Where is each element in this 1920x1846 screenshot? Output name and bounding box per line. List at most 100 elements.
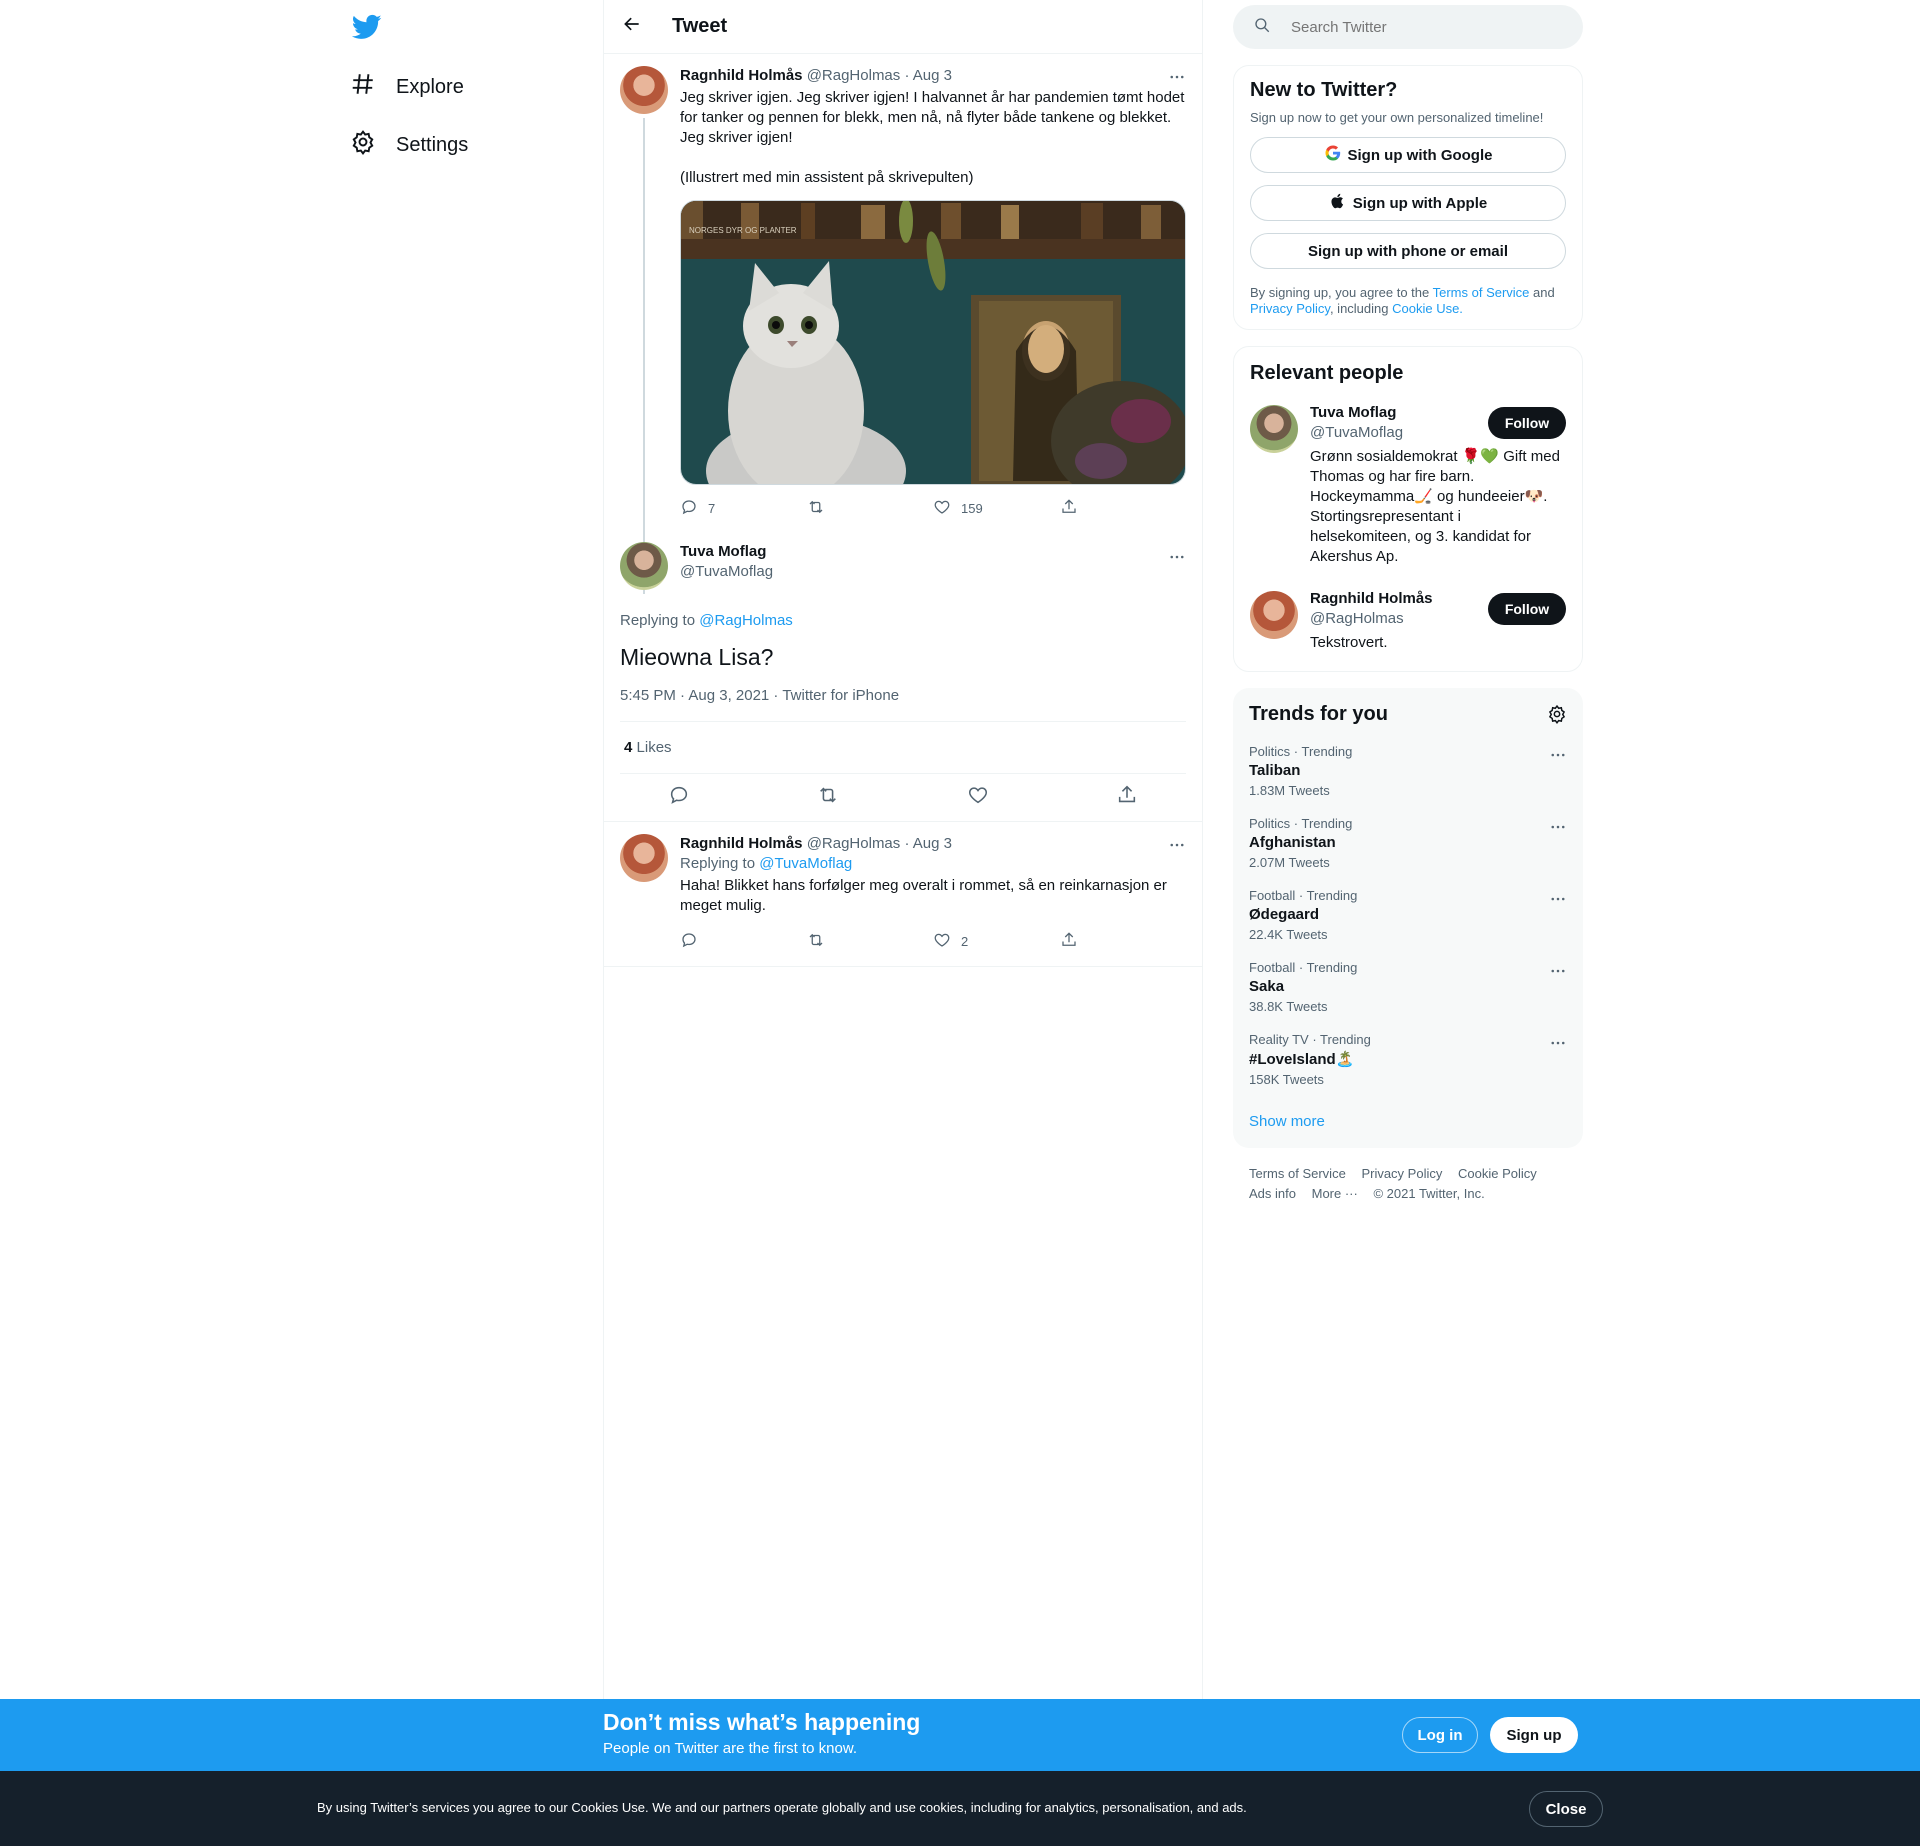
cookie-text: By using Twitter’s services you agree to… — [317, 1800, 1247, 1815]
retweet-button[interactable] — [807, 498, 934, 519]
nav-explore[interactable]: Explore — [350, 65, 464, 109]
follow-button[interactable]: Follow — [1488, 593, 1566, 625]
reply-tweet[interactable]: Ragnhild Holmås @RagHolmas · Aug 3 Reply… — [604, 822, 1202, 967]
signup-google-button[interactable]: Sign up with Google — [1250, 137, 1566, 173]
footer-more-link[interactable]: More ··· — [1312, 1186, 1358, 1201]
reply-button[interactable]: 7 — [680, 498, 807, 519]
author-handle[interactable]: @TuvaMoflag — [680, 562, 1186, 582]
share-button[interactable] — [1060, 931, 1187, 952]
retweet-icon — [807, 498, 835, 519]
more-icon[interactable] — [1168, 548, 1186, 566]
more-icon[interactable] — [1549, 1034, 1567, 1052]
retweet-icon[interactable] — [817, 784, 839, 811]
tweet-timestamp[interactable]: 5:45 PM · Aug 3, 2021 · Twitter for iPho… — [620, 687, 1186, 722]
author-name[interactable]: Tuva Moflag — [680, 542, 1186, 562]
replying-prefix: Replying to — [620, 612, 700, 629]
footer-link[interactable]: Terms of Service — [1249, 1166, 1346, 1181]
share-button[interactable] — [1060, 498, 1187, 519]
author-name[interactable]: Ragnhild Holmås — [680, 67, 803, 84]
more-icon[interactable] — [1168, 836, 1186, 854]
privacy-link[interactable]: Privacy Policy — [1250, 301, 1330, 316]
more-icon[interactable] — [1549, 890, 1567, 908]
replying-to-link[interactable]: @TuvaMoflag — [759, 855, 852, 872]
banner-subtitle: People on Twitter are the first to know. — [603, 1740, 858, 1757]
heart-icon[interactable] — [967, 784, 989, 811]
trend-count: 38.8K Tweets — [1249, 999, 1328, 1014]
person-item[interactable]: Follow Tuva Moflag @TuvaMoflag Grønn sos… — [1250, 403, 1566, 567]
show-more-link[interactable]: Show more — [1249, 1113, 1567, 1136]
signup-phone-button[interactable]: Sign up with phone or email — [1250, 233, 1566, 269]
trend-name: Taliban — [1249, 762, 1301, 779]
search-icon — [1253, 16, 1291, 39]
signup-apple-button[interactable]: Sign up with Apple — [1250, 185, 1566, 221]
author-handle[interactable]: @RagHolmas — [807, 67, 901, 84]
parent-tweet[interactable]: Ragnhild Holmås @RagHolmas · Aug 3 Jeg s… — [604, 54, 1202, 594]
avatar[interactable] — [1250, 591, 1298, 639]
more-icon[interactable] — [1549, 962, 1567, 980]
avatar[interactable] — [1250, 405, 1298, 453]
tweet-date[interactable]: · Aug 3 — [904, 835, 952, 852]
close-button[interactable]: Close — [1529, 1791, 1603, 1827]
reply-button[interactable] — [680, 931, 807, 952]
author-name[interactable]: Ragnhild Holmås — [680, 835, 803, 852]
apple-icon — [1329, 192, 1353, 214]
more-icon[interactable] — [1168, 68, 1186, 86]
search-input[interactable] — [1291, 18, 1541, 36]
more-icon[interactable] — [1549, 746, 1567, 764]
follow-button[interactable]: Follow — [1488, 407, 1566, 439]
like-button[interactable]: 159 — [933, 498, 1060, 519]
author-handle[interactable]: @RagHolmas — [807, 835, 901, 852]
retweet-button[interactable] — [807, 931, 934, 952]
avatar[interactable] — [620, 834, 668, 882]
replying-to: Replying to @RagHolmas — [620, 612, 1186, 629]
trend-name: Ødegaard — [1249, 906, 1320, 923]
footer-link[interactable]: Privacy Policy — [1361, 1166, 1442, 1181]
back-arrow-icon[interactable] — [622, 14, 672, 39]
person-item[interactable]: Follow Ragnhild Holmås @RagHolmas Tekstr… — [1250, 589, 1566, 659]
footer-link[interactable]: Ads info — [1249, 1186, 1296, 1201]
trend-name: Saka — [1249, 978, 1285, 995]
cookie-link[interactable]: Cookie Use. — [1392, 301, 1463, 316]
like-count: 159 — [961, 500, 983, 516]
google-icon — [1324, 144, 1348, 166]
relevant-people-card: Relevant people Follow Tuva Moflag @Tuva… — [1233, 346, 1583, 672]
trend-item[interactable]: Reality TV · Trending #LoveIsland🏝️ 158K… — [1249, 1032, 1567, 1087]
footer-link[interactable]: Cookie Policy — [1458, 1166, 1537, 1181]
gear-icon[interactable] — [1547, 704, 1567, 729]
more-icon[interactable] — [1549, 818, 1567, 836]
tweet-date[interactable]: · Aug 3 — [904, 67, 952, 84]
share-icon[interactable] — [1116, 784, 1138, 811]
trend-item[interactable]: Football · Trending Ødegaard 22.4K Tweet… — [1249, 888, 1567, 942]
heart-icon — [933, 931, 961, 952]
reply-icon[interactable] — [668, 784, 690, 811]
like-button[interactable]: 2 — [933, 931, 1060, 952]
trend-count: 2.07M Tweets — [1249, 855, 1330, 870]
heart-icon — [933, 498, 961, 519]
gear-icon — [350, 129, 396, 161]
trend-item[interactable]: Football · Trending Saka 38.8K Tweets — [1249, 960, 1567, 1014]
hashtag-icon — [350, 71, 396, 103]
avatar[interactable] — [620, 66, 668, 114]
signup-button[interactable]: Sign up — [1490, 1717, 1578, 1753]
nav-explore-label: Explore — [396, 75, 464, 98]
copyright: © 2021 Twitter, Inc. — [1373, 1186, 1485, 1201]
replying-to-link[interactable]: @RagHolmas — [699, 612, 793, 629]
signup-card: New to Twitter? Sign up now to get your … — [1233, 65, 1583, 330]
avatar[interactable] — [620, 542, 668, 590]
signup-title: New to Twitter? — [1250, 79, 1398, 101]
likes-summary[interactable]: 4 Likes — [620, 722, 1186, 774]
tweet-photo[interactable]: NORGES DYR OG PLANTER — [680, 200, 1186, 485]
search-box[interactable] — [1233, 5, 1583, 49]
trend-item[interactable]: Politics · Trending Afghanistan 2.07M Tw… — [1249, 816, 1567, 870]
tweet-text: Mieowna Lisa? — [620, 644, 774, 670]
trend-item[interactable]: Politics · Trending Taliban 1.83M Tweets — [1249, 744, 1567, 798]
terms-link[interactable]: Terms of Service — [1433, 285, 1530, 300]
trends-title: Trends for you — [1249, 703, 1388, 725]
signup-google-label: Sign up with Google — [1347, 146, 1493, 164]
signup-apple-label: Sign up with Apple — [1352, 194, 1488, 212]
login-button[interactable]: Log in — [1402, 1717, 1478, 1753]
signup-banner: Don’t miss what’s happening People on Tw… — [0, 1699, 1920, 1771]
twitter-logo-icon[interactable] — [351, 12, 382, 42]
nav-settings[interactable]: Settings — [350, 123, 468, 167]
trend-count: 1.83M Tweets — [1249, 783, 1330, 798]
